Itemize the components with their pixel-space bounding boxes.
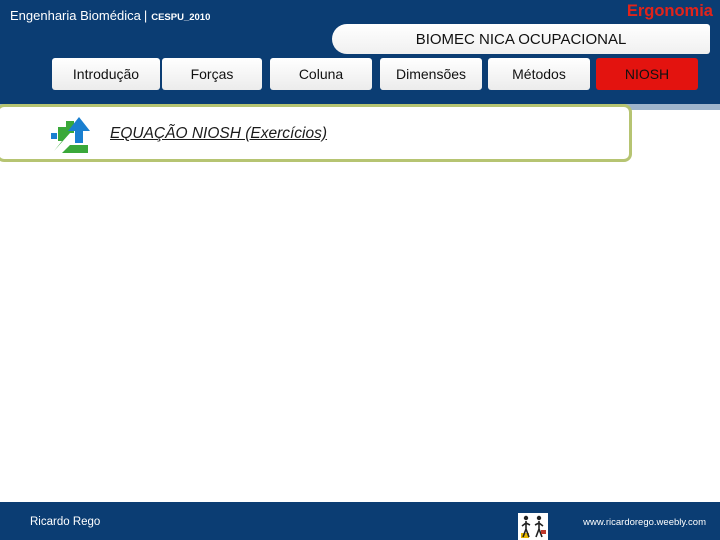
brand-logo: Ergonomia: [626, 2, 713, 20]
navigation-arrows-icon[interactable]: [48, 113, 90, 155]
tab-forcas[interactable]: Forças: [162, 58, 262, 90]
footer-bar: Ricardo Rego www.ricardorego.weebly.com: [0, 502, 720, 540]
header-bar: Engenharia Biomédica | CESPU_2010 Ergonomi…: [0, 0, 720, 104]
tab-coluna[interactable]: Coluna: [270, 58, 372, 90]
slide-title: BIOMEC NICA OCUPACIONAL: [332, 24, 710, 54]
tab-introducao[interactable]: Introdução: [52, 58, 160, 90]
tab-dimensoes[interactable]: Dimensões: [380, 58, 482, 90]
website-url: www.ricardorego.weebly.com: [583, 517, 706, 528]
niosh-exercises-link[interactable]: EQUAÇÃO NIOSH (Exercícios): [110, 125, 327, 143]
year-tag: CESPU_2010: [151, 12, 211, 23]
course-name: Engenharia Biomédica: [10, 8, 141, 23]
course-line: Engenharia Biomédica | CESPU_2010: [10, 8, 210, 23]
course-separator: |: [143, 8, 148, 23]
people-figures-icon: [518, 513, 548, 540]
author-name: Ricardo Rego: [30, 516, 101, 528]
tab-niosh[interactable]: NIOSH: [596, 58, 698, 90]
tab-metodos[interactable]: Métodos: [488, 58, 590, 90]
